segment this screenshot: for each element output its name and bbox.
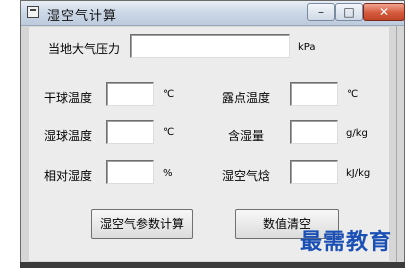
minimize-icon: – [318, 5, 324, 19]
rh-unit: % [163, 168, 173, 179]
minimize-button[interactable]: – [307, 3, 335, 21]
maximize-icon: □ [343, 5, 355, 19]
moisture-input[interactable] [290, 120, 338, 144]
close-icon: ✕ [378, 5, 390, 19]
pressure-unit: kPa [298, 42, 316, 53]
enthalpy-input[interactable] [290, 160, 338, 184]
wet-bulb-label: 湿球温度 [44, 129, 93, 143]
window-bottom-edge [20, 262, 405, 268]
pressure-label: 当地大气压力 [48, 42, 121, 56]
rh-label: 相对湿度 [44, 169, 93, 183]
wet-bulb-unit: ℃ [163, 127, 175, 138]
dry-bulb-unit: ℃ [163, 89, 175, 100]
rh-input[interactable] [106, 160, 154, 184]
dew-point-input[interactable] [290, 82, 338, 106]
dry-bulb-label: 干球温度 [44, 91, 93, 105]
wet-bulb-input[interactable] [106, 120, 154, 144]
dry-bulb-input[interactable] [106, 82, 154, 106]
pressure-input[interactable] [130, 34, 290, 58]
title-bar[interactable]: 湿空气计算 – □ ✕ [21, 1, 405, 26]
window-title: 湿空气计算 [47, 9, 118, 24]
moisture-unit: g/kg [346, 128, 368, 139]
watermark: 最需教育 [300, 229, 393, 255]
divider [396, 25, 397, 267]
close-button[interactable]: ✕ [363, 3, 405, 21]
enthalpy-label: 湿空气焓 [222, 169, 271, 183]
app-icon [27, 6, 39, 18]
dew-point-label: 露点温度 [222, 91, 271, 105]
dew-point-unit: ℃ [347, 89, 359, 100]
calculate-button[interactable]: 湿空气参数计算 [91, 209, 193, 239]
enthalpy-unit: kJ/kg [346, 168, 371, 179]
maximize-button[interactable]: □ [335, 3, 363, 21]
moisture-label: 含湿量 [228, 129, 265, 143]
